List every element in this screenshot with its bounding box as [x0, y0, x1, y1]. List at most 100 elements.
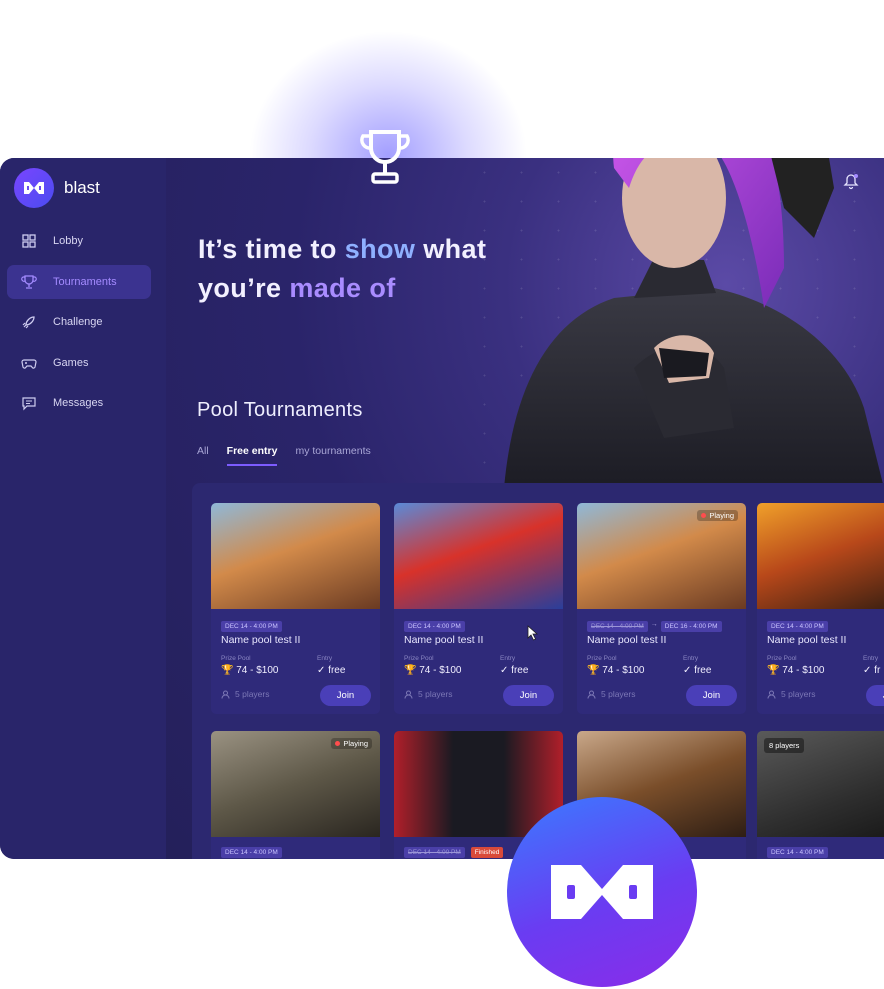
- gamepad-icon: [21, 358, 37, 369]
- rocket-icon: [22, 316, 35, 329]
- tab-my-tournaments[interactable]: my tournaments: [295, 445, 370, 466]
- check-icon: ✓: [317, 665, 326, 676]
- tournament-date: DEC 14 - 4:00 PM: [767, 621, 828, 632]
- tournament-card[interactable]: Playing DEC 14 - 4:00 PM → DEC 16 - 4:00 P…: [577, 503, 746, 714]
- prize-value: 74 - $100: [782, 665, 825, 676]
- sidebar-item-messages[interactable]: Messages: [7, 386, 151, 420]
- trophy-icon: 🏆: [587, 665, 600, 676]
- section-title: Pool Tournaments: [197, 399, 363, 421]
- entry-value: free: [694, 665, 712, 676]
- sidebar-item-tournaments[interactable]: Tournaments: [7, 264, 151, 299]
- tournament-thumbnail: [757, 503, 884, 609]
- user-icon: [587, 690, 596, 699]
- prize-label: Prize Pool: [587, 655, 617, 662]
- live-dot: [701, 513, 707, 518]
- user-icon: [221, 690, 230, 699]
- entry-label: Entry: [500, 655, 516, 662]
- brand-name: blast: [64, 178, 100, 197]
- mouse-cursor-icon: [527, 625, 539, 646]
- tournament-card[interactable]: 8 players DEC 14 - 4:00 PM: [757, 731, 884, 859]
- live-dot: [335, 741, 341, 746]
- notification-bell-icon[interactable]: [842, 172, 860, 195]
- arrow-right-icon: →: [650, 621, 658, 628]
- app-window: blast Lobby Tournaments Challenge Games …: [0, 158, 884, 859]
- tournament-date: DEC 14 - 4:00 PM: [404, 621, 465, 632]
- hero-text: what: [415, 234, 487, 264]
- check-icon: ✓: [500, 665, 509, 676]
- tournament-name: Name pool test II: [587, 634, 667, 646]
- hero-text: you’re: [198, 273, 290, 303]
- floating-trophy-icon: [357, 128, 413, 191]
- trophy-icon: 🏆: [767, 665, 780, 676]
- brand[interactable]: blast: [14, 168, 100, 208]
- prize-value: 74 - $100: [236, 665, 279, 676]
- status-text: Playing: [709, 511, 734, 520]
- status-badge: Playing: [331, 738, 372, 749]
- tournament-card[interactable]: Playing DEC 14 - 4:00 PM: [211, 731, 380, 859]
- tab-free-entry[interactable]: Free entry: [226, 445, 278, 466]
- grid-icon: [22, 234, 36, 248]
- tournament-thumbnail: [394, 503, 563, 609]
- prize-label: Prize Pool: [221, 655, 251, 662]
- tournament-date: DEC 14 - 4:00 PM: [404, 847, 465, 858]
- check-icon: ✓: [683, 665, 692, 676]
- check-icon: ✓: [863, 665, 872, 676]
- entry-label: Entry: [683, 655, 699, 662]
- hero-highlight: made of: [289, 273, 396, 303]
- join-button[interactable]: Join: [866, 685, 884, 706]
- sidebar-item-label: Messages: [53, 397, 104, 409]
- sidebar-nav: Lobby Tournaments Challenge Games Messag…: [7, 224, 151, 427]
- tournament-date: DEC 14 - 4:00 PM: [221, 621, 282, 632]
- trophy-icon: 🏆: [404, 665, 417, 676]
- entry-label: Entry: [863, 655, 879, 662]
- tournament-card[interactable]: DEC 14 - 4:00 PM Name pool test II Prize…: [757, 503, 884, 714]
- hero-highlight: show: [344, 234, 416, 264]
- sidebar-item-label: Lobby: [53, 235, 83, 247]
- blast-logo-badge: [507, 797, 697, 987]
- tournament-name: Name pool test II: [221, 634, 301, 646]
- players-badge: 8 players: [764, 738, 805, 753]
- tournament-name: Name pool test II: [404, 634, 484, 646]
- entry-label: Entry: [317, 655, 333, 662]
- hero-character-illustration: [504, 158, 884, 488]
- tournament-name: Name pool test II: [767, 634, 847, 646]
- players-count: 5 players: [601, 689, 636, 699]
- sidebar-item-games[interactable]: Games: [7, 346, 151, 380]
- tournament-card[interactable]: DEC 14 - 4:00 PM Name pool test II Prize…: [211, 503, 380, 714]
- sidebar: blast Lobby Tournaments Challenge Games …: [0, 158, 166, 859]
- prize-label: Prize Pool: [404, 655, 434, 662]
- sidebar-item-label: Challenge: [53, 316, 103, 328]
- status-badge: Finished: [470, 847, 504, 858]
- tournament-card[interactable]: DEC 14 - 4:00 PM Name pool test II Prize…: [394, 503, 563, 714]
- prize-label: Prize Pool: [767, 655, 797, 662]
- main-content: It’s time to show what you’re made of Po…: [166, 158, 884, 859]
- tournament-date: DEC 14 - 4:00 PM: [221, 847, 282, 858]
- join-button[interactable]: Join: [686, 685, 737, 706]
- tournament-thumbnail: [211, 503, 380, 609]
- status-text: Playing: [343, 739, 368, 748]
- entry-value: free: [328, 665, 346, 676]
- prize-value: 74 - $100: [419, 665, 462, 676]
- message-icon: [22, 397, 36, 411]
- sidebar-item-lobby[interactable]: Lobby: [7, 224, 151, 258]
- sidebar-item-label: Games: [53, 356, 89, 369]
- join-button[interactable]: Join: [503, 685, 554, 706]
- tournament-tabs: All Free entry my tournaments: [197, 445, 389, 466]
- blast-logo-icon: [14, 168, 54, 208]
- trophy-icon: [21, 274, 37, 289]
- players-count: 5 players: [781, 689, 816, 699]
- players-count: 5 players: [235, 689, 270, 699]
- tab-all[interactable]: All: [197, 445, 209, 466]
- blast-logo-icon: [551, 865, 653, 919]
- trophy-icon: 🏆: [221, 665, 234, 676]
- entry-value: fr: [874, 665, 881, 676]
- entry-value: free: [511, 665, 529, 676]
- hero-text: It’s time to: [198, 234, 345, 264]
- tournament-grid: DEC 14 - 4:00 PM Name pool test II Prize…: [192, 483, 884, 859]
- user-icon: [767, 690, 776, 699]
- tournament-date: DEC 14 - 4:00 PM: [767, 847, 828, 858]
- join-button[interactable]: Join: [320, 685, 371, 706]
- sidebar-item-challenge[interactable]: Challenge: [7, 305, 151, 339]
- user-icon: [404, 690, 413, 699]
- sidebar-item-label: Tournaments: [53, 275, 117, 288]
